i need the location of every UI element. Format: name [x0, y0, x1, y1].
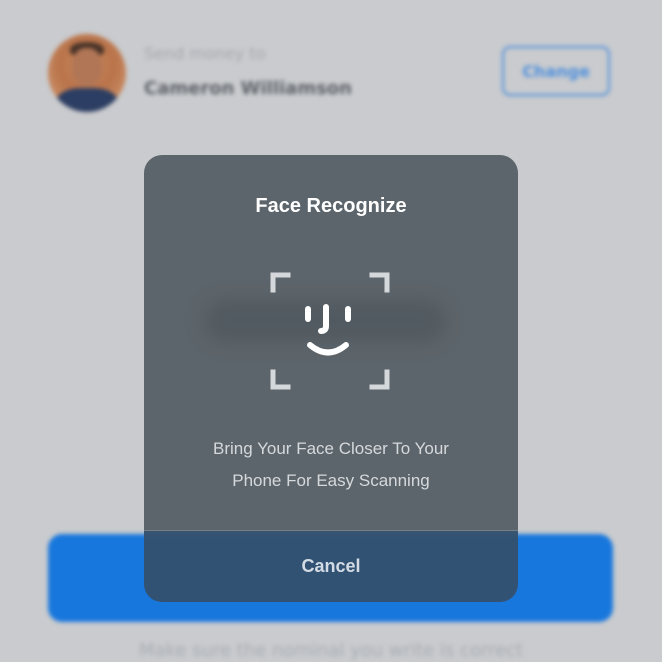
smile: [307, 342, 349, 356]
change-recipient-button[interactable]: Change: [502, 46, 610, 96]
corner-top-left: [270, 272, 291, 293]
nose: [318, 304, 329, 334]
face-id-icon: [270, 272, 390, 390]
corner-top-right: [369, 272, 390, 293]
send-money-label: Send money to: [144, 44, 266, 63]
description-line-1: Bring Your Face Closer To Your: [213, 439, 449, 458]
corner-bottom-right: [369, 369, 390, 390]
payment-screen: Send money to Cameron Williamson Change …: [0, 0, 662, 662]
scan-frame-corners: [270, 272, 390, 390]
avatar-face: [72, 48, 102, 86]
description-line-2: Phone For Easy Scanning: [232, 471, 430, 490]
face-recognize-dialog: Face Recognize Bring Your Face Closer To…: [144, 155, 518, 602]
cancel-button[interactable]: Cancel: [144, 531, 518, 602]
nominal-hint: Make sure the nominal you write is corre…: [138, 640, 523, 661]
dialog-description: Bring Your Face Closer To Your Phone For…: [164, 433, 498, 497]
avatar-shirt: [56, 88, 118, 112]
face-glyph: [305, 304, 351, 356]
recipient-name: Cameron Williamson: [144, 78, 352, 99]
corner-bottom-left: [270, 369, 291, 390]
dialog-title: Face Recognize: [255, 195, 407, 217]
recipient-avatar: [48, 34, 126, 112]
